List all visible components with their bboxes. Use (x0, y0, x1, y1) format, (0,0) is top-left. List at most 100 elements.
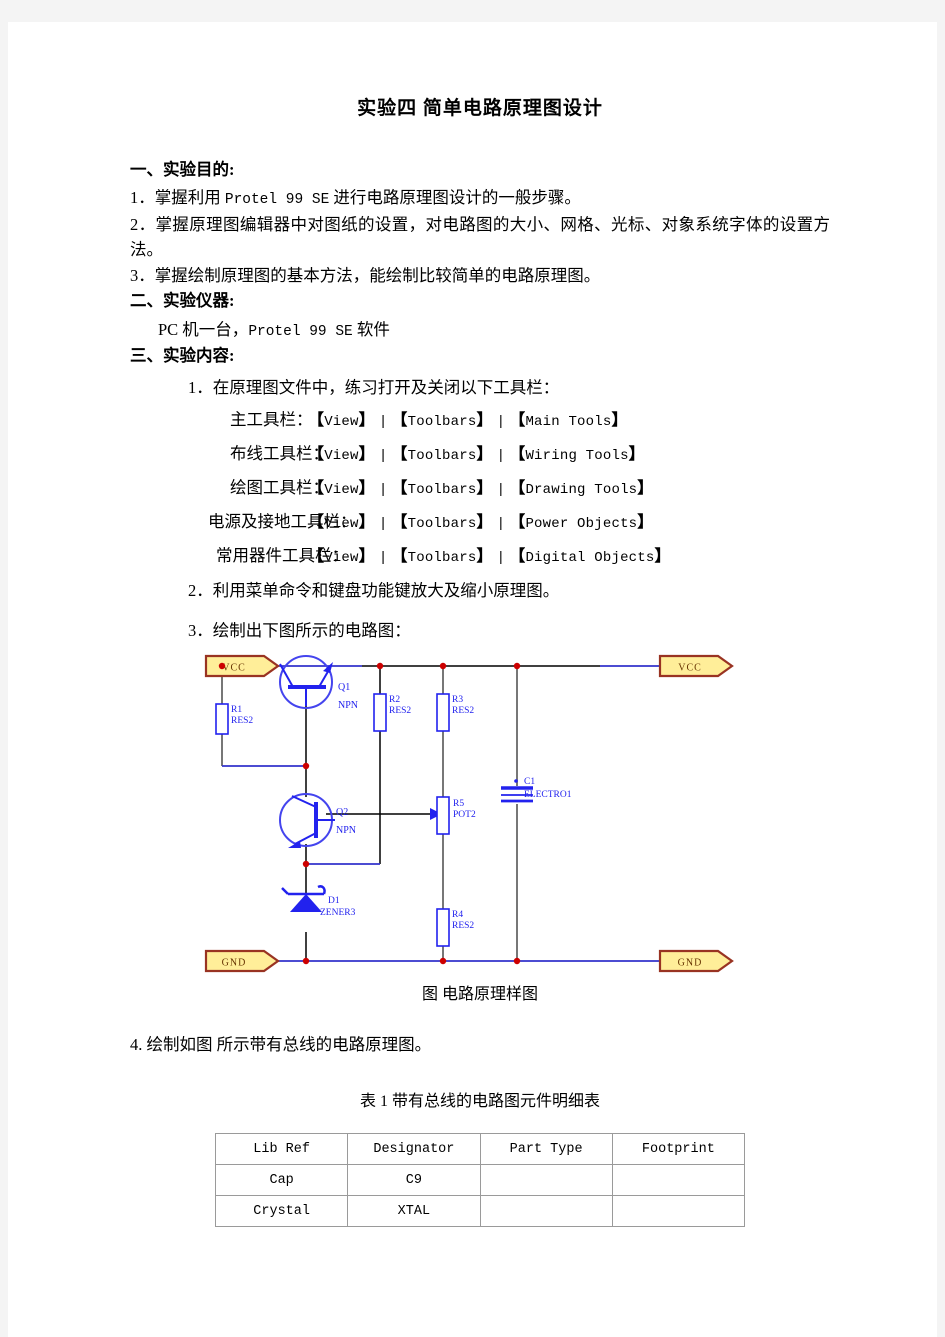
toolbar-label-wiring: 布线工具栏： (230, 444, 329, 464)
section-heading-purpose: 一、实验目的: (130, 159, 235, 179)
component-q1: Q1 NPN (279, 654, 358, 711)
toolbar-label-digital: 常用器件工具栏： (216, 545, 348, 565)
menu-view: View (324, 515, 359, 532)
port-vcc-right: VCC (658, 654, 734, 677)
table-header-part-type: Part Type (479, 1133, 613, 1166)
component-r3: R3 RES2 (436, 692, 474, 732)
toolbar-row-drawing: 绘图工具栏： 【View】 | 【Toolbars】 | 【Drawing Tools】 (130, 477, 830, 500)
menu-view: View (324, 549, 359, 566)
menu-toolbars: Toolbars (407, 482, 477, 499)
port-gnd-left-label: GND (222, 957, 247, 968)
toolbar-path-power: 【View】 | 【Toolbars】 | 【Power Objects】 (308, 513, 654, 532)
port-gnd-right-label: GND (678, 957, 703, 968)
toolbar-row-main: 主工具栏： 【View】 | 【Toolbars】 | 【Main Tools】 (130, 409, 830, 432)
toolbar-label-main: 主工具栏： (230, 410, 313, 430)
purpose-1-pre: 1．掌握利用 (130, 188, 225, 208)
purpose-item-3: 3．掌握绘制原理图的基本方法，能绘制比较简单的电路原理图。 (130, 265, 601, 285)
component-r5-designator: R5 (453, 799, 464, 809)
component-c1-part: ELECTRO1 (524, 790, 572, 800)
component-r4-designator: R4 (452, 910, 463, 920)
menu-view: View (324, 482, 359, 499)
menu-item-digital-objects: Digital Objects (525, 549, 655, 566)
purpose-1-product: Protel 99 SE (224, 192, 330, 209)
menu-toolbars: Toolbars (407, 414, 477, 431)
cell-part-type (479, 1195, 613, 1228)
menu-item-wiring-tools: Wiring Tools (525, 448, 629, 465)
table-header-row: Lib Ref Designator Part Type Footprint (214, 1133, 746, 1166)
toolbar-label-power: 电源及接地工具栏： (208, 511, 357, 531)
toolbar-command-list: 主工具栏： 【View】 | 【Toolbars】 | 【Main Tools】 布线工… (130, 409, 830, 567)
page-left-margin (0, 22, 8, 1337)
content-item-4: 4. 绘制如图 所示带有总线的电路原理图。 (130, 1034, 432, 1054)
menu-item-drawing-tools: Drawing Tools (525, 482, 638, 499)
section-heading-contents: 三、实验内容: (130, 346, 235, 366)
component-d1-designator: D1 (328, 896, 340, 906)
component-r1: R1 RES2 (215, 702, 253, 735)
cell-designator: C9 (347, 1164, 481, 1197)
component-q2-designator: Q2 (336, 807, 348, 818)
component-d1-part: ZENER3 (320, 908, 356, 918)
toolbar-row-power: 电源及接地工具栏： 【View】 | 【Toolbars】 | 【Power Objec… (130, 511, 830, 534)
table-header-designator: Designator (347, 1133, 481, 1166)
component-r1-designator: R1 (231, 705, 242, 715)
document-page: 实验四 简单电路原理图设计 一、实验目的: 1．掌握利用 Protel 99 S… (0, 0, 945, 1337)
port-gnd-right: GND (658, 949, 734, 972)
component-q2-part: NPN (336, 825, 356, 836)
component-d1: D1 ZENER3 (281, 884, 356, 918)
table-header-footprint: Footprint (611, 1133, 746, 1166)
figure-caption: 图 电路原理样图 (421, 985, 538, 1003)
component-r4-part: RES2 (452, 921, 474, 931)
toolbar-path-drawing: 【View】 | 【Toolbars】 | 【Drawing Tools】 (308, 480, 654, 499)
menu-toolbars: Toolbars (407, 549, 477, 566)
component-r1-part: RES2 (231, 716, 253, 726)
cell-footprint (611, 1164, 746, 1197)
cell-lib-ref: Cap (214, 1164, 349, 1197)
page-title: 实验四 简单电路原理图设计 (357, 98, 603, 119)
parts-table: Lib Ref Designator Part Type Footprint C… (214, 1133, 746, 1228)
component-c1-designator: C1 (524, 777, 535, 787)
component-r5: R5 POT2 (436, 795, 476, 835)
toolbar-path-wiring: 【View】 | 【Toolbars】 | 【Wiring Tools】 (308, 446, 645, 465)
cell-part-type (479, 1164, 613, 1197)
menu-view: View (324, 414, 359, 431)
component-q1-part: NPN (338, 700, 358, 711)
component-r2-part: RES2 (389, 706, 411, 716)
component-r3-part: RES2 (452, 706, 474, 716)
component-r3-designator: R3 (452, 695, 463, 705)
circuit-schematic-figure: VCC VCC GND GND R1 RES2 R2 RES2 R3 RES2 … (130, 654, 830, 974)
table-header-lib-ref: Lib Ref (214, 1133, 349, 1166)
cell-footprint (611, 1195, 746, 1228)
toolbar-path-digital: 【View】 | 【Toolbars】 | 【Digital Objects】 (308, 547, 671, 566)
cell-lib-ref: Crystal (214, 1195, 349, 1228)
component-r2-designator: R2 (389, 695, 400, 705)
purpose-item-1: 1．掌握利用 Protel 99 SE 进行电路原理图设计的一般步骤。 (130, 185, 830, 211)
toolbar-row-digital: 常用器件工具栏： 【View】 | 【Toolbars】 | 【Digital Obje… (130, 545, 830, 568)
port-vcc-left-label: VCC (222, 662, 246, 673)
table-row: Cap C9 (214, 1164, 746, 1197)
menu-item-power-objects: Power Objects (525, 515, 638, 532)
component-q2: Q2 NPN (279, 792, 356, 848)
port-vcc-right-label: VCC (678, 662, 702, 673)
content-item-3: 3．绘制出下图所示的电路图： (188, 621, 411, 641)
section-heading-instruments: 二、实验仪器: (130, 291, 235, 311)
table-caption: 表 1 带有总线的电路图元件明细表 (359, 1093, 600, 1111)
toolbar-path-main: 【View】 | 【Toolbars】 | 【Main Tools】 (308, 412, 628, 431)
cell-designator: XTAL (347, 1195, 481, 1228)
instrument-pre: PC 机一台， (158, 319, 249, 339)
instrument-post: 软件 (352, 319, 390, 339)
content-item-1: 1．在原理图文件中，练习打开及关闭以下工具栏： (188, 377, 560, 397)
menu-toolbars: Toolbars (407, 448, 477, 465)
purpose-item-2: 2．掌握原理图编辑器中对图纸的设置，对电路图的大小、网格、光标、对象系统字体的设… (130, 214, 830, 260)
menu-toolbars: Toolbars (407, 515, 477, 532)
component-r2: R2 RES2 (373, 692, 411, 732)
port-gnd-left: GND (204, 949, 280, 972)
port-vcc-left: VCC (204, 654, 280, 677)
component-c1: C1 ELECTRO1 (501, 777, 572, 802)
component-q1-designator: Q1 (338, 682, 350, 693)
menu-view: View (324, 448, 359, 465)
parts-table-holder: Lib Ref Designator Part Type Footprint C… (130, 1133, 830, 1228)
instrument-line: PC 机一台，Protel 99 SE 软件 (158, 317, 830, 343)
menu-item-main-tools: Main Tools (525, 414, 612, 431)
toolbar-label-drawing: 绘图工具栏： (230, 478, 329, 498)
component-r4: R4 RES2 (436, 907, 474, 947)
